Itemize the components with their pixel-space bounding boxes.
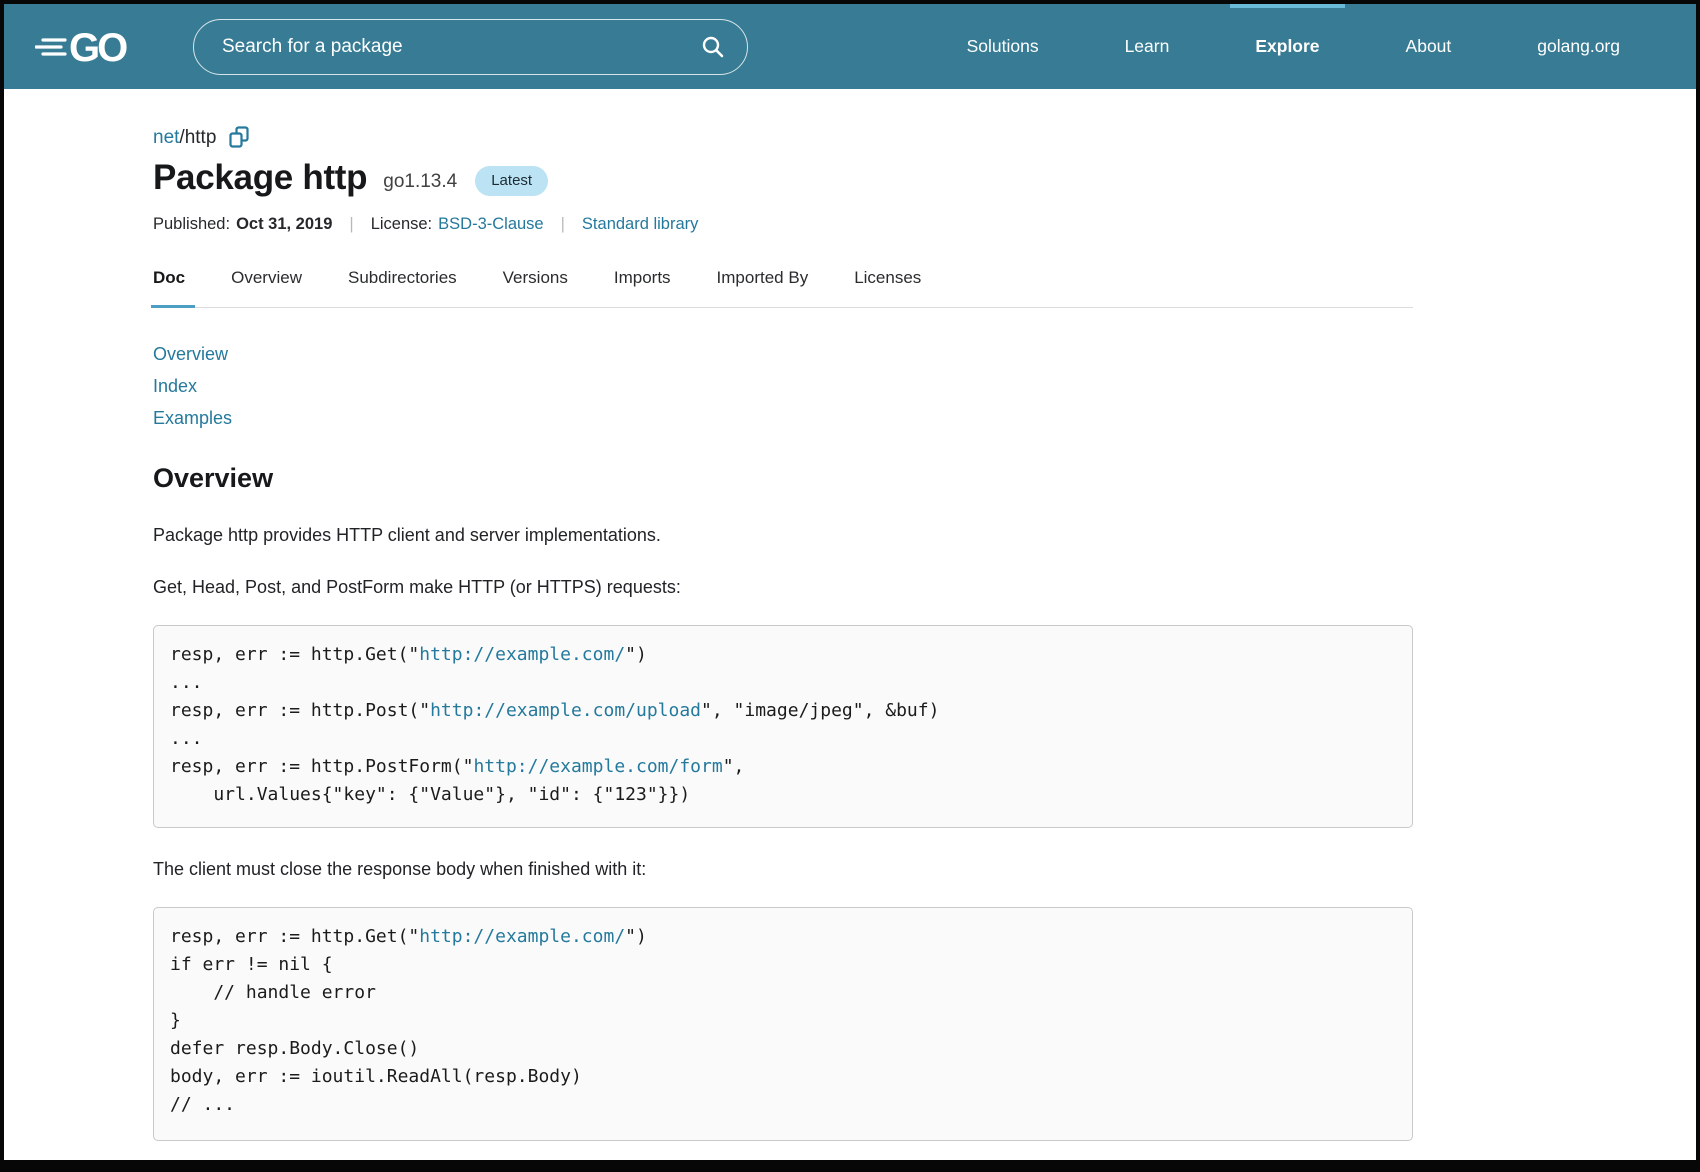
package-version: go1.13.4	[383, 171, 457, 193]
code-text: defer resp.Body.Close()	[170, 1038, 419, 1059]
code-line: }	[170, 1007, 1396, 1035]
go-logo-icon: GO	[35, 23, 143, 71]
breadcrumb: net/http	[153, 126, 1417, 149]
package-title-row: Package http go1.13.4 Latest	[153, 158, 1417, 198]
code-text: url.Values{"key": {"Value"}, "id": {"123…	[170, 784, 690, 805]
tab-subdirectories[interactable]: Subdirectories	[348, 252, 457, 307]
code-url-link[interactable]: http://example.com/	[419, 926, 625, 947]
go-logo[interactable]: GO	[35, 23, 143, 71]
site-header: GO Solutions Learn Explore About golang.…	[4, 4, 1696, 89]
header-nav: Solutions Learn Explore About golang.org	[967, 4, 1620, 89]
code-text: resp, err := http.PostForm("	[170, 756, 473, 777]
overview-heading: Overview	[153, 463, 1417, 494]
code-text: ",	[723, 756, 745, 777]
toc-link-overview[interactable]: Overview	[153, 338, 228, 370]
code-text: ")	[625, 644, 647, 665]
code-line: // ...	[170, 1091, 1396, 1119]
code-text: resp, err := http.Post("	[170, 700, 430, 721]
package-page: net/http Package http go1.13.4 Latest Pu…	[4, 126, 1417, 1141]
standard-library-link[interactable]: Standard library	[582, 215, 698, 234]
code-line: body, err := ioutil.ReadAll(resp.Body)	[170, 1063, 1396, 1091]
code-url-link[interactable]: http://example.com/upload	[430, 700, 701, 721]
code-line: resp, err := http.Get("http://example.co…	[170, 923, 1396, 951]
code-text: ...	[170, 728, 203, 749]
tab-imported-by[interactable]: Imported By	[717, 252, 809, 307]
page-title: Package http	[153, 158, 367, 198]
tab-imports[interactable]: Imports	[614, 252, 671, 307]
code-line: resp, err := http.Get("http://example.co…	[170, 641, 1396, 669]
tab-versions[interactable]: Versions	[503, 252, 568, 307]
code-text: ")	[625, 926, 647, 947]
nav-item-learn[interactable]: Learn	[1125, 4, 1170, 89]
search-input[interactable]	[193, 19, 748, 75]
code-example-requests: resp, err := http.Get("http://example.co…	[153, 625, 1413, 828]
code-line: // handle error	[170, 979, 1396, 1007]
latest-badge[interactable]: Latest	[475, 166, 548, 196]
nav-item-explore[interactable]: Explore	[1255, 4, 1319, 89]
breadcrumb-net-link[interactable]: net	[153, 127, 179, 149]
code-url-link[interactable]: http://example.com/	[419, 644, 625, 665]
package-tabs: Doc Overview Subdirectories Versions Imp…	[153, 252, 1413, 308]
published-label: Published:	[153, 215, 230, 234]
code-example-close-body: resp, err := http.Get("http://example.co…	[153, 907, 1413, 1141]
nav-item-golang-org[interactable]: golang.org	[1537, 4, 1620, 89]
license-link[interactable]: BSD-3-Clause	[438, 215, 543, 234]
overview-paragraph-2: Get, Head, Post, and PostForm make HTTP …	[153, 577, 1417, 598]
code-text: // handle error	[170, 982, 376, 1003]
code-text: resp, err := http.Get("	[170, 926, 419, 947]
tab-doc[interactable]: Doc	[153, 252, 185, 307]
meta-separator: |	[561, 215, 565, 234]
code-text: body, err := ioutil.ReadAll(resp.Body)	[170, 1066, 582, 1087]
code-text: }	[170, 1010, 181, 1031]
doc-toc: Overview Index Examples	[153, 338, 1417, 434]
toc-link-examples[interactable]: Examples	[153, 402, 232, 434]
svg-text:GO: GO	[69, 26, 127, 70]
code-text: // ...	[170, 1094, 235, 1115]
code-text: ...	[170, 672, 203, 693]
meta-separator: |	[349, 215, 353, 234]
code-line: ...	[170, 725, 1396, 753]
tab-overview[interactable]: Overview	[231, 252, 302, 307]
code-line: url.Values{"key": {"Value"}, "id": {"123…	[170, 781, 1396, 809]
breadcrumb-current: /http	[179, 127, 216, 149]
toc-link-index[interactable]: Index	[153, 370, 197, 402]
code-line: defer resp.Body.Close()	[170, 1035, 1396, 1063]
browser-viewport: GO Solutions Learn Explore About golang.…	[0, 0, 1700, 1172]
code-text: if err != nil {	[170, 954, 333, 975]
license-label: License:	[371, 215, 432, 234]
search-icon[interactable]	[702, 36, 724, 58]
overview-paragraph-1: Package http provides HTTP client and se…	[153, 525, 1417, 546]
nav-item-about[interactable]: About	[1406, 4, 1452, 89]
code-line: ...	[170, 669, 1396, 697]
code-text: ", "image/jpeg", &buf)	[701, 700, 939, 721]
code-line: if err != nil {	[170, 951, 1396, 979]
tab-licenses[interactable]: Licenses	[854, 252, 921, 307]
code-text: resp, err := http.Get("	[170, 644, 419, 665]
overview-paragraph-3: The client must close the response body …	[153, 859, 1417, 880]
package-meta-row: Published: Oct 31, 2019 | License: BSD-3…	[153, 215, 1417, 234]
search-form	[193, 19, 748, 75]
copy-path-icon[interactable]	[229, 126, 250, 149]
code-line: resp, err := http.Post("http://example.c…	[170, 697, 1396, 725]
code-line: resp, err := http.PostForm("http://examp…	[170, 753, 1396, 781]
published-date: Oct 31, 2019	[236, 215, 332, 234]
code-url-link[interactable]: http://example.com/form	[473, 756, 722, 777]
nav-item-solutions[interactable]: Solutions	[967, 4, 1039, 89]
